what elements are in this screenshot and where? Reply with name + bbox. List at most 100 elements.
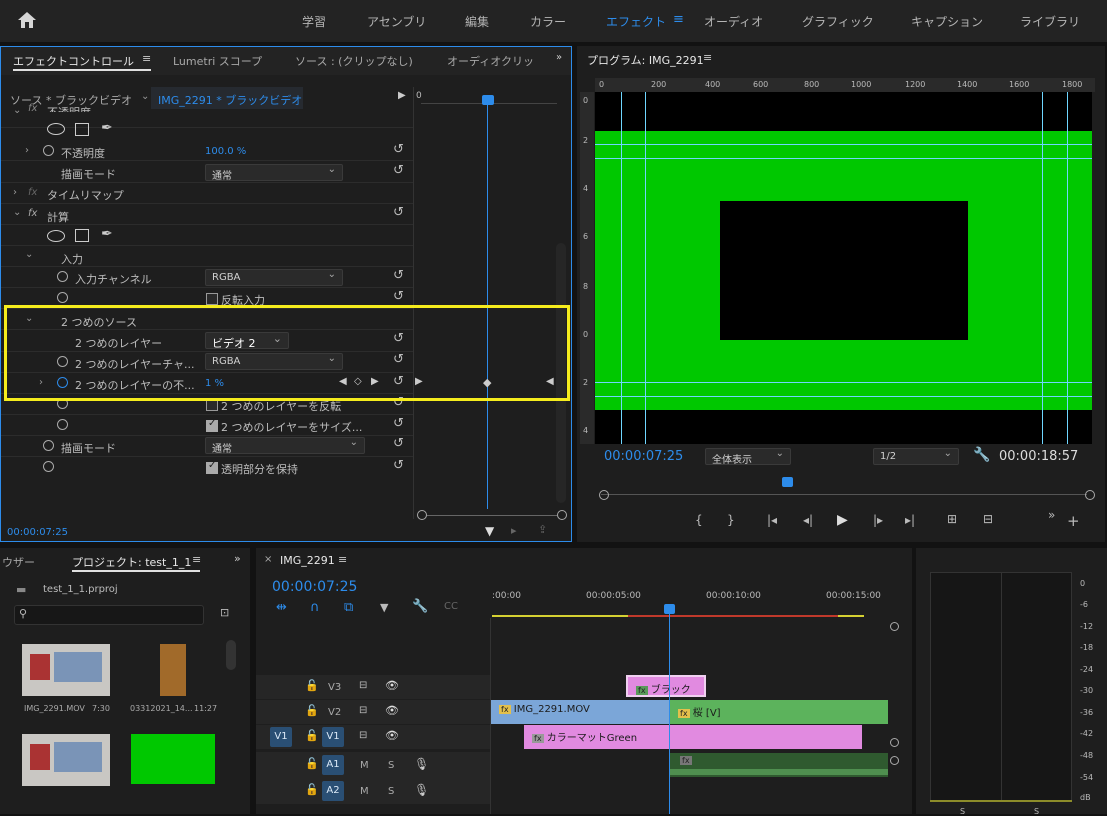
lock-icon[interactable]: 🔓 [305, 679, 319, 692]
program-playhead[interactable] [782, 477, 793, 487]
fx-icon[interactable]: fx [28, 208, 37, 219]
play-audio-icon[interactable]: ▸ [511, 524, 517, 537]
thumbnail-img2291[interactable] [22, 644, 110, 696]
ws-assembly[interactable]: アセンブリ [367, 13, 426, 30]
reset-icon[interactable]: ↺ [393, 417, 407, 431]
scrollbar[interactable] [226, 640, 236, 670]
tab-menu-icon[interactable]: ≡ [142, 52, 151, 65]
track-target-v1[interactable]: V1 [322, 727, 344, 747]
scroll-handle-icon[interactable] [890, 738, 899, 747]
stopwatch-icon[interactable] [43, 440, 54, 451]
ws-captions[interactable]: キャプション [911, 13, 983, 30]
sync-lock-icon[interactable]: ⊟ [359, 730, 367, 741]
zoom-bar[interactable] [427, 515, 557, 516]
lock-icon[interactable]: 🔓 [305, 704, 319, 717]
collapse-chevron-icon[interactable]: ⌄ [13, 207, 21, 218]
overflow-icon[interactable]: » [1048, 508, 1055, 522]
thumbnail-03312021[interactable] [160, 644, 186, 696]
menu-icon[interactable]: ≡ [338, 553, 347, 566]
chevron-icon[interactable]: ⌄ [13, 105, 21, 116]
menu-icon[interactable]: ≡ [673, 12, 684, 27]
home-icon[interactable] [16, 10, 40, 32]
mute-button[interactable]: M [360, 786, 369, 797]
reset-icon[interactable]: ↺ [393, 437, 407, 451]
timeline-playhead[interactable] [664, 604, 675, 614]
overflow-icon[interactable]: » [234, 552, 241, 565]
ec-timecode[interactable]: 00:00:07:25 [7, 527, 68, 538]
clip-black-video[interactable]: fx ブラック [626, 675, 706, 697]
solo-button[interactable]: S [388, 760, 394, 771]
reset-icon[interactable]: ↺ [393, 459, 407, 473]
fx-icon[interactable]: fx [28, 187, 37, 198]
step-forward-icon[interactable]: |▸ [873, 513, 883, 527]
tab-browser[interactable]: ウザー [2, 554, 35, 570]
timeline-title[interactable]: IMG_2291 [280, 554, 335, 567]
blend-mode-dropdown[interactable]: 通常 [205, 164, 343, 182]
opacity-value[interactable]: 100.0 % [205, 146, 246, 157]
program-title[interactable]: プログラム: IMG_2291 [587, 52, 704, 68]
timeline-timecode[interactable]: 00:00:07:25 [272, 579, 357, 595]
wrench-icon[interactable]: 🔧 [973, 447, 990, 463]
filter-icon[interactable]: ▼ [485, 524, 494, 538]
ellipse-mask-icon[interactable] [47, 230, 65, 242]
preserve-transparency-checkbox[interactable] [206, 460, 218, 474]
scroll-handle-icon[interactable] [890, 756, 899, 765]
eye-icon[interactable]: 👁 [385, 679, 399, 692]
mute-button[interactable]: M [360, 760, 369, 771]
invert-input-checkbox[interactable] [206, 293, 218, 305]
nest-icon[interactable]: ⇹ [276, 600, 287, 615]
resolution-dropdown[interactable]: 1/2 [873, 448, 959, 465]
stretch-layer-checkbox[interactable] [206, 418, 218, 432]
snap-icon[interactable]: ∩ [310, 600, 320, 615]
go-to-out-icon[interactable]: ▸| [905, 513, 915, 527]
zoom-handle-icon[interactable] [417, 510, 427, 520]
step-back-icon[interactable]: ◂| [803, 513, 813, 527]
clip-sakura[interactable]: fx 桜 [V] [670, 700, 888, 724]
ws-edit[interactable]: 編集 [465, 13, 489, 30]
project-search-input[interactable] [14, 605, 204, 625]
track-target-a2[interactable]: A2 [322, 781, 344, 801]
stopwatch-icon[interactable] [43, 145, 54, 156]
export-icon[interactable]: ⇪ [538, 523, 547, 536]
ws-color[interactable]: カラー [530, 13, 566, 30]
stopwatch-icon[interactable] [57, 271, 68, 282]
lock-icon[interactable]: 🔓 [305, 729, 319, 742]
play-only-icon[interactable]: ▶ [398, 90, 406, 101]
menu-icon[interactable]: ≡ [192, 553, 201, 566]
scrubber-handle-icon[interactable] [1085, 490, 1095, 500]
close-icon[interactable]: × [264, 554, 272, 565]
fx-icon[interactable]: fx [28, 103, 37, 114]
zoom-dropdown[interactable]: 全体表示 [705, 448, 791, 466]
source-patch-v1[interactable]: V1 [270, 727, 292, 747]
tab-lumetri[interactable]: Lumetri スコープ [173, 53, 262, 69]
mark-out-icon[interactable]: } [727, 513, 735, 527]
ws-libraries[interactable]: ライブラリ [1020, 13, 1080, 30]
rect-mask-icon[interactable] [75, 229, 89, 242]
expand-chevron-icon[interactable]: › [25, 145, 29, 156]
microphone-icon[interactable]: 🎙 [414, 757, 429, 771]
tab-audio-clip[interactable]: オーディオクリッ [447, 53, 534, 69]
new-search-bin-icon[interactable]: ⊡ [220, 606, 229, 619]
eye-icon[interactable]: 👁 [385, 729, 399, 742]
lift-icon[interactable]: ⊞ [947, 512, 957, 526]
clip-color-matte[interactable]: fx カラーマットGreen [524, 725, 862, 749]
menu-icon[interactable]: ≡ [703, 51, 712, 64]
lock-icon[interactable]: 🔓 [305, 783, 319, 796]
reset-icon[interactable]: ↺ [393, 269, 407, 283]
wrench-icon[interactable]: 🔧 [412, 599, 428, 614]
reset-icon[interactable]: ↺ [393, 164, 407, 178]
clip-img2291[interactable]: fx IMG_2291.MOV [491, 700, 669, 724]
ws-learn[interactable]: 学習 [302, 13, 326, 30]
kf-playhead[interactable] [482, 95, 494, 105]
sync-lock-icon[interactable]: ⊟ [359, 680, 367, 691]
stopwatch-icon[interactable] [57, 292, 68, 303]
marker-icon[interactable]: ▼ [380, 601, 388, 614]
captions-icon[interactable]: CC [444, 601, 458, 612]
clip-audio-a1[interactable]: fx [670, 753, 888, 777]
linked-selection-icon[interactable]: ⧉ [344, 600, 353, 615]
reset-icon[interactable]: ↺ [393, 290, 407, 304]
solo-button[interactable]: S [1034, 807, 1039, 816]
clip-label[interactable]: IMG_2291 * ブラックビデオ [158, 92, 302, 108]
zoom-handle-icon[interactable] [557, 510, 567, 520]
scroll-handle-icon[interactable] [890, 622, 899, 631]
